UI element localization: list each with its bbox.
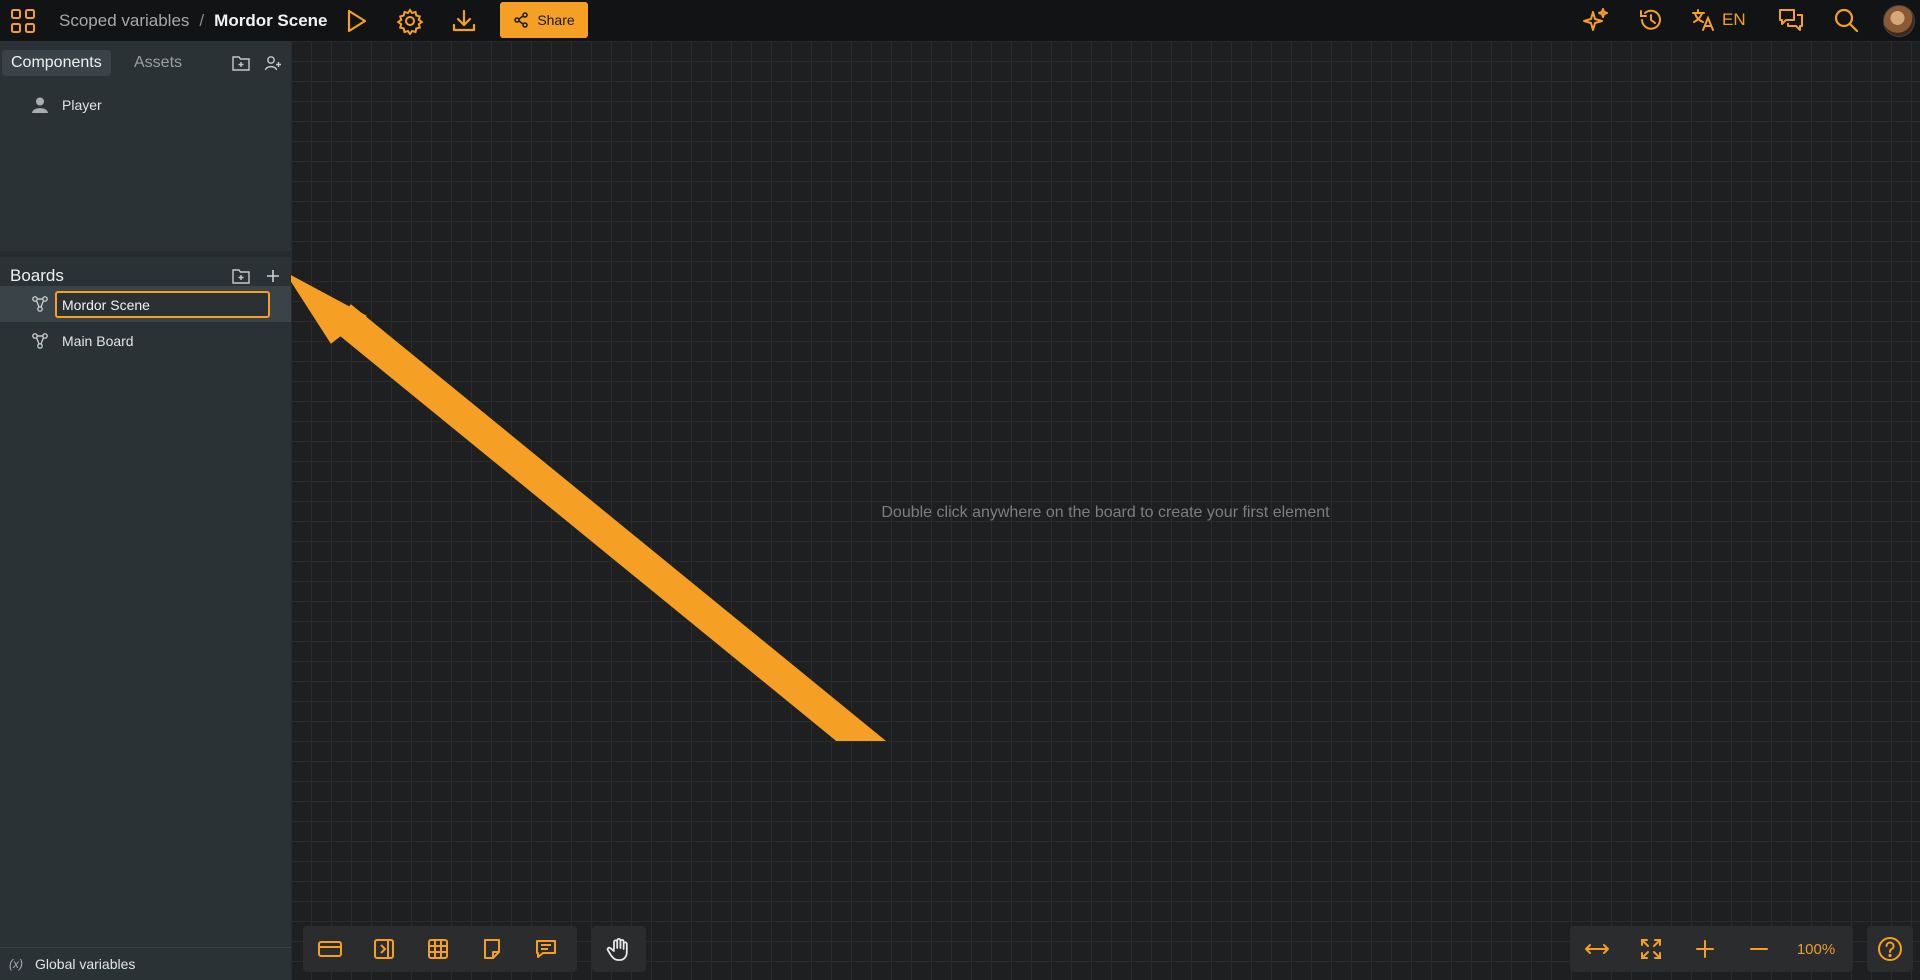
component-item-player[interactable]: Player [0,87,291,123]
user-icon [29,94,51,116]
zoom-level[interactable]: 100% [1786,941,1846,958]
card-icon [318,941,342,957]
zoom-toolbar: 100% [1570,926,1853,972]
plus-icon [1696,940,1714,958]
language-switcher[interactable]: EN [1690,6,1746,34]
search-button[interactable] [1832,6,1860,34]
boards-title: Boards [10,266,64,285]
breadcrumb-project[interactable]: Scoped variables [59,11,189,31]
apps-grid-icon[interactable] [10,8,36,34]
add-component-icon[interactable] [262,52,284,74]
global-variables-button[interactable]: (x) Global variables [0,947,291,980]
search-icon [1834,8,1859,33]
help-group [1867,926,1913,972]
comments-button[interactable] [1777,6,1805,34]
history-button[interactable] [1637,6,1665,34]
add-card-button[interactable] [303,926,357,972]
expand-icon [1641,939,1661,959]
add-table-button[interactable] [411,926,465,972]
element-toolbar [303,926,577,972]
zoom-out-button[interactable] [1732,926,1786,972]
share-button[interactable]: Share [500,2,588,38]
tab-assets[interactable]: Assets [125,50,191,76]
share-label: Share [537,12,575,28]
tab-components[interactable]: Components [2,50,111,76]
question-mark-icon [1878,937,1902,961]
board-graph-icon [29,293,51,315]
translate-icon [1692,9,1714,31]
sidebar: Components Assets Player Boards Mordor S… [0,41,291,980]
board-canvas[interactable]: Double click anywhere on the board to cr… [291,41,1920,980]
fit-screen-button[interactable] [1624,926,1678,972]
download-icon [452,9,476,32]
new-board-folder-icon[interactable] [230,265,252,287]
breadcrumb: Scoped variables / Mordor Scene [59,0,328,41]
add-note-button[interactable] [465,926,519,972]
minus-icon [1750,948,1768,950]
hand-icon [606,938,628,961]
gear-icon [396,8,424,35]
component-label: Player [62,97,102,113]
board-graph-icon [29,330,51,352]
add-jumper-button[interactable] [357,926,411,972]
top-bar: Scoped variables / Mordor Scene Share EN [0,0,1920,41]
comment-icon [536,940,556,958]
table-icon [428,939,448,959]
annotation-arrow [291,275,886,741]
avatar[interactable] [1883,5,1915,37]
breadcrumb-separator: / [199,10,205,30]
pan-tool-button[interactable] [592,926,646,972]
play-button[interactable] [342,7,370,35]
help-button[interactable] [1867,926,1913,972]
fit-width-button[interactable] [1570,926,1624,972]
board-label: Main Board [62,333,134,349]
pan-tool-group [592,926,646,972]
variable-icon: (x) [9,957,23,971]
breadcrumb-current-board: Mordor Scene [214,10,328,30]
note-icon [484,939,500,959]
play-icon [347,9,367,33]
settings-button[interactable] [396,7,424,35]
board-item-mordor-scene[interactable] [0,286,291,322]
history-icon [1640,9,1661,30]
share-icon [514,12,529,28]
comments-icon [1779,9,1803,31]
plus-icon [267,270,279,282]
add-board-button[interactable] [262,265,284,287]
new-folder-icon[interactable] [230,52,252,74]
ai-assistant-button[interactable] [1582,6,1610,34]
zoom-in-button[interactable] [1678,926,1732,972]
add-comment-button[interactable] [519,926,573,972]
download-button[interactable] [450,7,478,35]
sparkles-icon [1583,8,1608,31]
horizontal-arrows-icon [1585,944,1609,954]
board-rename-input[interactable] [55,291,270,318]
jumper-icon [374,939,394,959]
board-item-main-board[interactable]: Main Board [0,323,291,359]
components-header: Components Assets [0,41,291,84]
global-variables-label: Global variables [35,956,136,972]
language-code: EN [1722,10,1746,29]
